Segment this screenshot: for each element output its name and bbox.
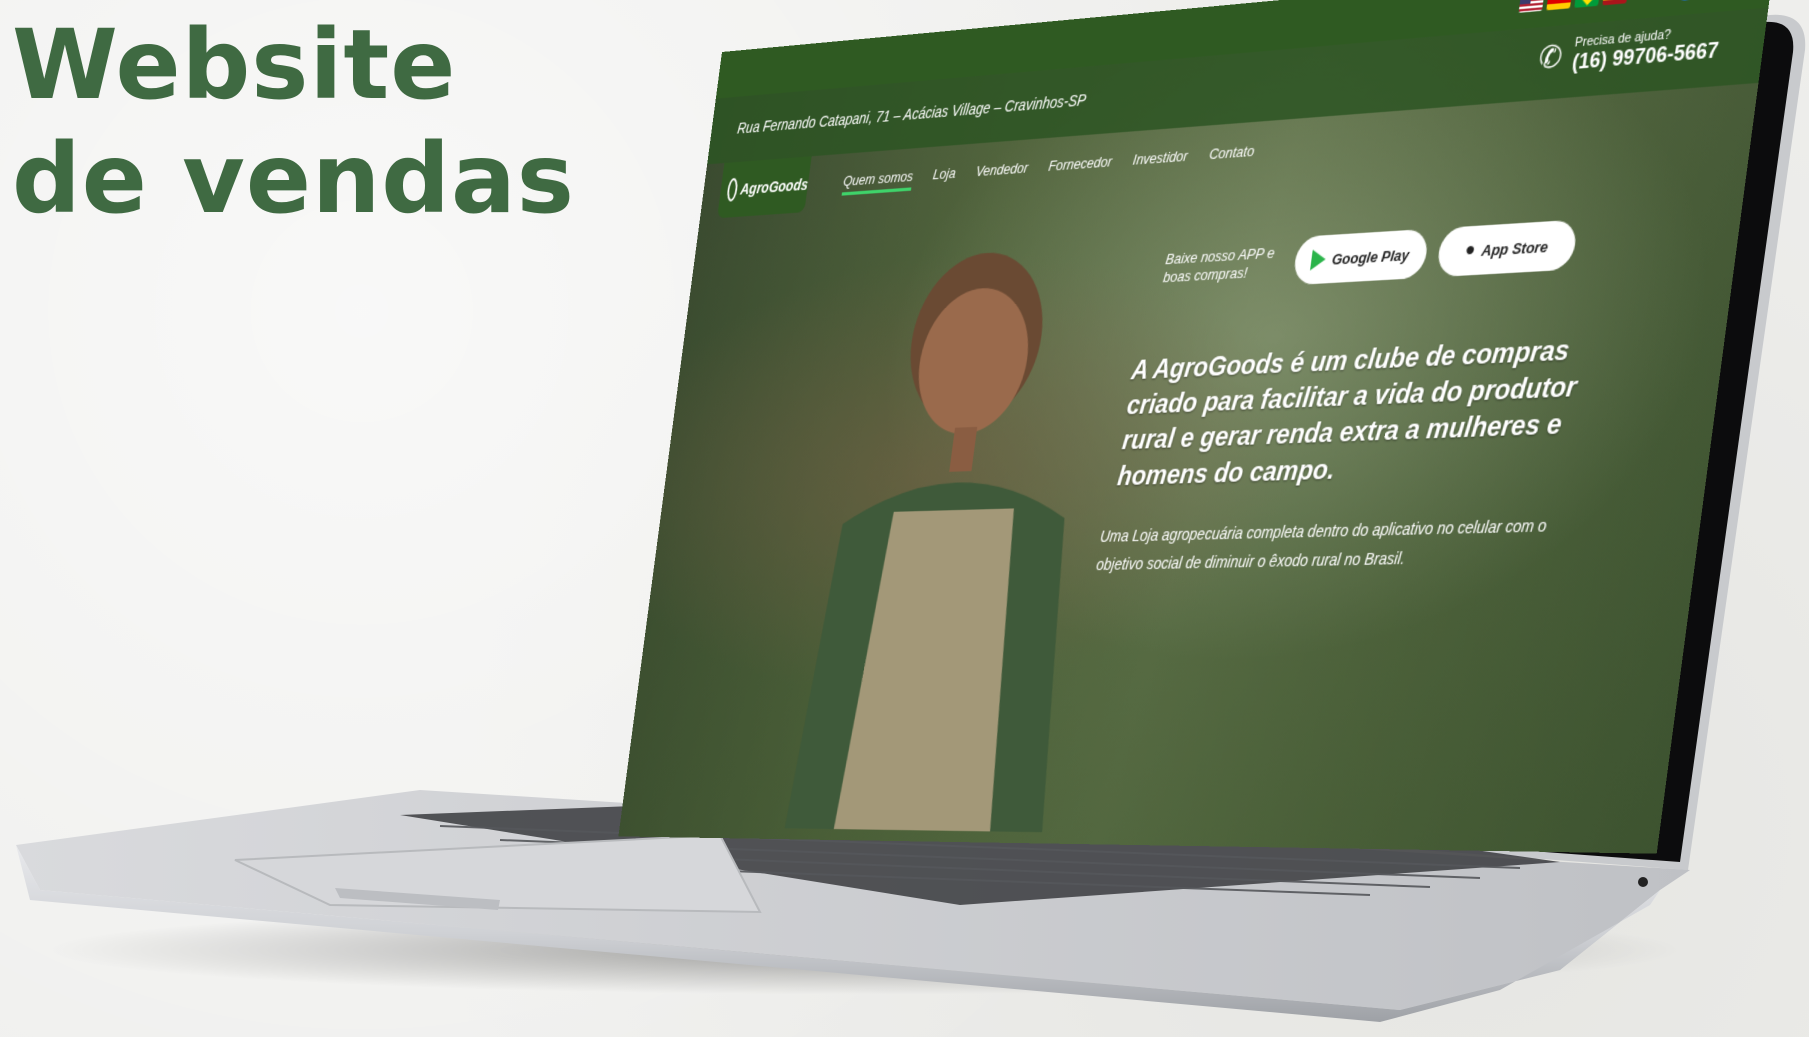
es-flag[interactable] bbox=[1602, 0, 1628, 5]
social-links: f ◎ ▶ bbox=[1674, 0, 1758, 1]
nav-investidor[interactable]: Investidor bbox=[1131, 147, 1189, 175]
apple-icon: ● bbox=[1464, 240, 1477, 262]
promo-text: Baixe nosso APP e boas compras! bbox=[1162, 244, 1285, 287]
agrogoods-logo[interactable]: AgroGoods bbox=[717, 156, 812, 218]
app-store-label: App Store bbox=[1481, 237, 1550, 259]
app-store-button[interactable]: ● App Store bbox=[1436, 219, 1579, 277]
hero-title: A AgroGoods é um clube de compras criado… bbox=[1115, 332, 1585, 494]
nav-contato[interactable]: Contato bbox=[1207, 142, 1255, 169]
app-promo: Baixe nosso APP e boas compras! Google P… bbox=[1161, 219, 1578, 292]
nav-items: Quem somos Loja Vendedor Fornecedor Inve… bbox=[842, 142, 1256, 195]
br-flag[interactable] bbox=[1574, 0, 1600, 7]
nav-loja[interactable]: Loja bbox=[931, 165, 957, 190]
nav-fornecedor[interactable]: Fornecedor bbox=[1047, 153, 1113, 181]
google-play-button[interactable]: Google Play bbox=[1292, 229, 1430, 285]
help-contact[interactable]: ✆ Precisa de ajuda? (16) 99706-5667 bbox=[1536, 23, 1721, 77]
logo-text: AgroGoods bbox=[739, 176, 809, 198]
leaf-logo-icon bbox=[726, 178, 739, 202]
store-address: Rua Fernando Catapani, 71 – Acácias Vill… bbox=[736, 91, 1087, 137]
facebook-icon[interactable]: f bbox=[1674, 0, 1699, 1]
website-screen: f ◎ ▶ Rua Fernando Catapani, 71 – Acácia… bbox=[618, 0, 1775, 854]
google-play-icon bbox=[1310, 249, 1327, 271]
de-flag[interactable] bbox=[1546, 0, 1572, 10]
nav-vendedor[interactable]: Vendedor bbox=[974, 159, 1029, 186]
google-play-label: Google Play bbox=[1331, 246, 1410, 268]
hero-subtitle: Uma Loja agropecuária completa dentro do… bbox=[1095, 511, 1562, 580]
screen-perspective: f ◎ ▶ Rua Fernando Catapani, 71 – Acácia… bbox=[0, 0, 1809, 1037]
nav-quem-somos[interactable]: Quem somos bbox=[842, 168, 915, 196]
language-flags bbox=[1519, 0, 1629, 12]
us-flag[interactable] bbox=[1519, 0, 1545, 12]
woman-farmer-photo bbox=[767, 224, 1142, 832]
phone-icon: ✆ bbox=[1537, 38, 1565, 77]
